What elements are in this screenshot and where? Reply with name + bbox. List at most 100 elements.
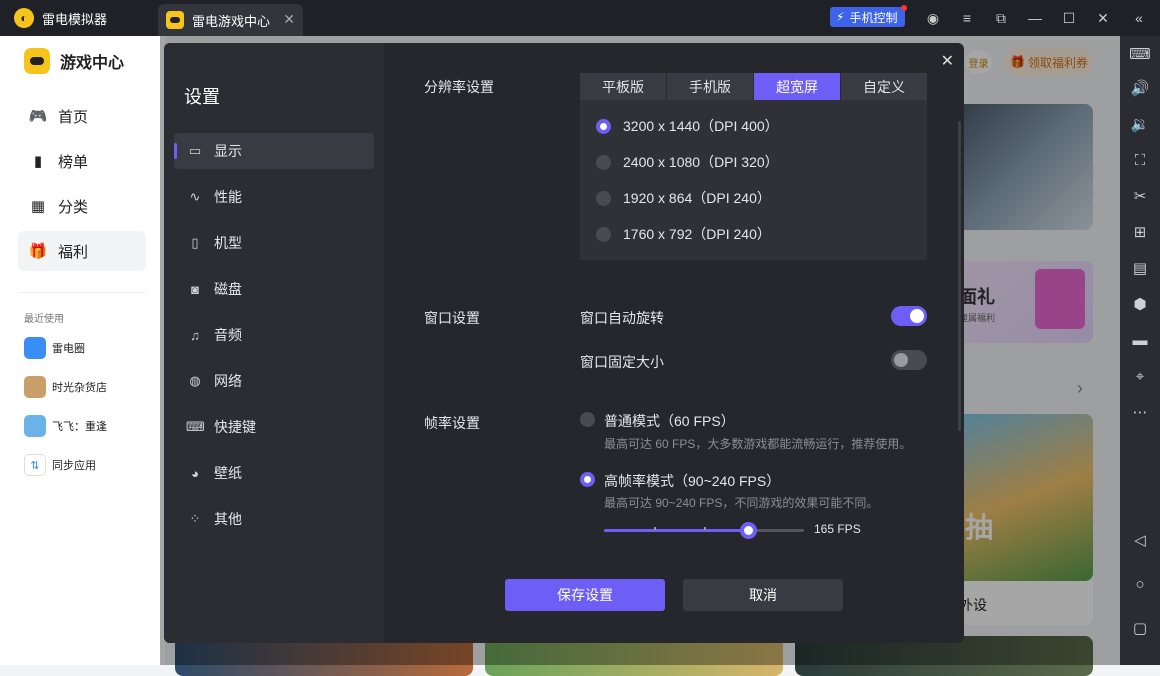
more-icon[interactable]: ⋯ bbox=[1120, 394, 1160, 430]
divider bbox=[18, 292, 146, 293]
tab-custom[interactable]: 自定义 bbox=[841, 73, 927, 100]
slider-tick bbox=[704, 527, 706, 530]
menu-item-disk[interactable]: ◙ 磁盘 bbox=[174, 271, 374, 307]
menu-label: 磁盘 bbox=[214, 281, 242, 297]
menu-label: 快捷键 bbox=[214, 419, 256, 435]
framerate-label: 帧率设置 bbox=[424, 415, 480, 431]
recent-item[interactable]: ⇅ 同步应用 bbox=[24, 452, 96, 478]
high-mode-title[interactable]: 高帧率模式（90~240 FPS） bbox=[604, 471, 780, 491]
fixed-size-label: 窗口固定大小 bbox=[580, 354, 664, 370]
close-tab-icon[interactable]: ✕ bbox=[283, 11, 295, 28]
home-icon[interactable]: ○ bbox=[1120, 566, 1160, 602]
fixed-size-toggle[interactable] bbox=[891, 350, 927, 370]
radio-unselected[interactable] bbox=[580, 412, 595, 427]
recent-item-label: 时光杂货店 bbox=[52, 382, 107, 394]
right-toolbar: ⌨ 🔊 🔉 ⛶ ✂ ⊞ ▤ ⬢ ▬ ⌖ ⋯ ◁ ○ ▢ bbox=[1120, 36, 1160, 665]
menu-icon[interactable]: ≡ bbox=[950, 0, 984, 36]
keyboard-icon[interactable]: ⌨ bbox=[1120, 36, 1160, 72]
app-title: ◐ 雷电模拟器 bbox=[14, 0, 107, 36]
app-icon bbox=[24, 415, 46, 437]
resolution-option[interactable]: 1760 x 792（DPI 240） bbox=[596, 224, 771, 244]
close-icon[interactable]: ✕ bbox=[1086, 0, 1120, 36]
tab-game-center[interactable]: 雷电游戏中心 ✕ bbox=[158, 4, 303, 36]
menu-item-device[interactable]: ▯ 机型 bbox=[174, 225, 374, 261]
scissors-icon[interactable]: ✂ bbox=[1120, 178, 1160, 214]
folder-icon[interactable]: ▬ bbox=[1120, 322, 1160, 358]
cancel-button[interactable]: 取消 bbox=[683, 579, 843, 611]
radio-unselected[interactable] bbox=[596, 154, 611, 170]
settings-menu: 设置 ▭ 显示 ∿ 性能 ▯ 机型 ◙ 磁盘 ♫ 音频 ◍ 网络 ⌨ 快捷键 ◕… bbox=[164, 43, 384, 643]
menu-item-shortcuts[interactable]: ⌨ 快捷键 bbox=[174, 409, 374, 445]
close-dialog-icon[interactable]: ✕ bbox=[941, 51, 954, 71]
phone-control-button[interactable]: ⚡ 手机控制 bbox=[830, 5, 908, 27]
auto-rotate-toggle[interactable] bbox=[891, 306, 927, 326]
app-logo-icon: ◐ bbox=[14, 8, 34, 28]
nav-label: 分类 bbox=[58, 198, 89, 216]
scrollbar[interactable] bbox=[958, 121, 961, 431]
normal-mode-radio[interactable] bbox=[580, 412, 607, 427]
radio-selected[interactable] bbox=[580, 472, 595, 487]
slider-handle[interactable] bbox=[740, 522, 757, 539]
palette-icon: ◕ bbox=[191, 465, 199, 481]
nav-label: 首页 bbox=[58, 108, 89, 126]
app-name: 雷电模拟器 bbox=[42, 11, 108, 27]
menu-item-other[interactable]: ⁘ 其他 bbox=[174, 501, 374, 537]
menu-item-performance[interactable]: ∿ 性能 bbox=[174, 179, 374, 215]
resolution-option-label: 1760 x 792（DPI 240） bbox=[623, 226, 771, 242]
menu-item-network[interactable]: ◍ 网络 bbox=[174, 363, 374, 399]
globe-icon: ◍ bbox=[189, 373, 201, 388]
slider-tick bbox=[654, 527, 656, 530]
nav-item-welfare[interactable]: 🎁 福利 bbox=[18, 231, 146, 271]
back-icon[interactable]: ◁ bbox=[1120, 522, 1160, 558]
resize-icon[interactable]: ⧉ bbox=[984, 0, 1018, 36]
collapse-icon[interactable]: « bbox=[1122, 0, 1156, 36]
recents-icon[interactable]: ▢ bbox=[1120, 610, 1160, 646]
resolution-option[interactable]: 2400 x 1080（DPI 320） bbox=[596, 152, 779, 172]
notification-dot bbox=[901, 5, 908, 11]
radio-selected[interactable] bbox=[596, 118, 611, 134]
volume-up-icon[interactable]: 🔊 bbox=[1120, 70, 1160, 106]
performance-icon: ∿ bbox=[189, 189, 201, 204]
location-icon[interactable]: ⌖ bbox=[1120, 358, 1160, 394]
brand: 游戏中心 bbox=[24, 48, 124, 74]
recent-item-label: 同步应用 bbox=[52, 460, 96, 472]
minimize-icon[interactable]: — bbox=[1018, 0, 1052, 36]
settings-title: 设置 bbox=[184, 87, 220, 107]
tab-phone[interactable]: 手机版 bbox=[667, 73, 754, 100]
maximize-icon[interactable]: ☐ bbox=[1052, 0, 1086, 36]
nav-item-home[interactable]: 🎮 首页 bbox=[18, 96, 146, 136]
resolution-option-label: 3200 x 1440（DPI 400） bbox=[623, 118, 779, 134]
save-button[interactable]: 保存设置 bbox=[505, 579, 665, 611]
normal-mode-desc: 最高可达 60 FPS，大多数游戏都能流畅运行，推荐使用。 bbox=[604, 437, 912, 451]
recent-item-label: 雷电圈 bbox=[52, 343, 85, 355]
fps-slider[interactable] bbox=[604, 522, 804, 539]
game-center-logo-icon bbox=[24, 48, 50, 74]
fullscreen-icon[interactable]: ⛶ bbox=[1120, 142, 1160, 178]
recent-item[interactable]: 飞飞：重逢 bbox=[24, 413, 107, 439]
radio-unselected[interactable] bbox=[596, 226, 611, 242]
nav-item-rank[interactable]: ▮ 榜单 bbox=[18, 141, 146, 181]
add-window-icon[interactable]: ⊞ bbox=[1120, 214, 1160, 250]
nav-label: 福利 bbox=[58, 243, 89, 261]
tab-tablet[interactable]: 平板版 bbox=[580, 73, 667, 100]
recent-item[interactable]: 雷电圈 bbox=[24, 335, 85, 361]
settings-dialog: 设置 ▭ 显示 ∿ 性能 ▯ 机型 ◙ 磁盘 ♫ 音频 ◍ 网络 ⌨ 快捷键 ◕… bbox=[164, 43, 964, 643]
resolution-option[interactable]: 1920 x 864（DPI 240） bbox=[596, 188, 771, 208]
volume-down-icon[interactable]: 🔉 bbox=[1120, 106, 1160, 142]
lightning-icon: ⚡ bbox=[836, 10, 845, 24]
radio-unselected[interactable] bbox=[596, 190, 611, 206]
recent-item-label: 飞飞：重逢 bbox=[52, 421, 107, 433]
user-icon[interactable]: ◉ bbox=[916, 0, 950, 36]
menu-item-wallpaper[interactable]: ◕ 壁纸 bbox=[174, 455, 374, 491]
menu-item-audio[interactable]: ♫ 音频 bbox=[174, 317, 374, 353]
normal-mode-title[interactable]: 普通模式（60 FPS） bbox=[604, 411, 735, 431]
resolution-option[interactable]: 3200 x 1440（DPI 400） bbox=[596, 116, 779, 136]
more-icon: ⁘ bbox=[189, 511, 201, 526]
nav-item-category[interactable]: ▦ 分类 bbox=[18, 186, 146, 226]
settings-icon[interactable]: ⬢ bbox=[1120, 286, 1160, 322]
apk-icon[interactable]: ▤ bbox=[1120, 250, 1160, 286]
recent-item[interactable]: 时光杂货店 bbox=[24, 374, 107, 400]
high-mode-radio[interactable] bbox=[580, 472, 607, 487]
menu-item-display[interactable]: ▭ 显示 bbox=[174, 133, 374, 169]
tab-ultrawide[interactable]: 超宽屏 bbox=[754, 73, 841, 100]
